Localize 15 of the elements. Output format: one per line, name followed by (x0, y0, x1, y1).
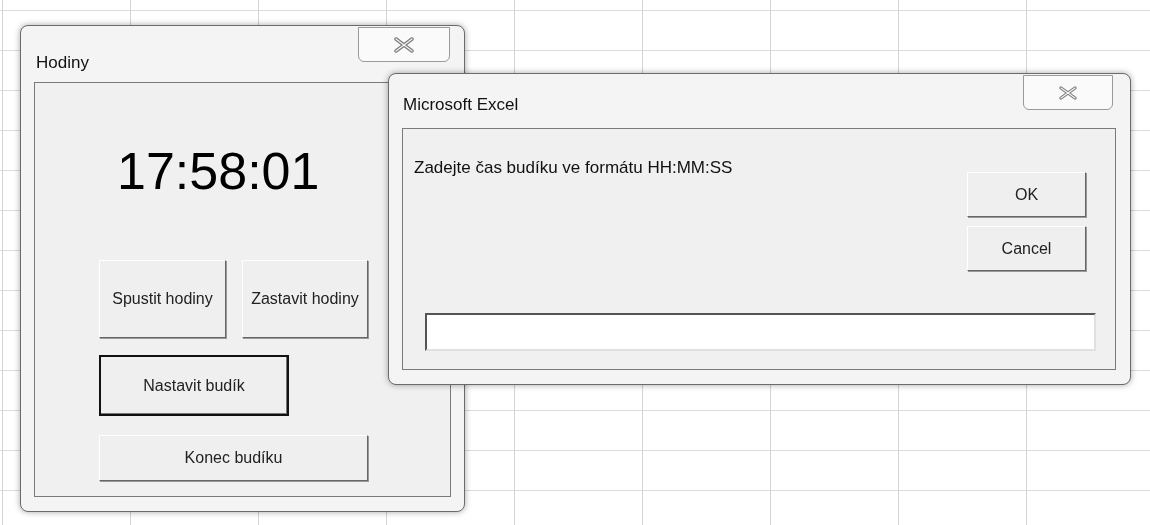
input-field[interactable] (425, 313, 1096, 351)
close-icon (1058, 85, 1078, 100)
dialog-button[interactable]: Cancel (967, 226, 1086, 271)
dialog-button[interactable]: Nastavit budík (99, 355, 289, 416)
close-button[interactable] (1023, 75, 1113, 110)
close-button[interactable] (358, 27, 450, 62)
close-icon (393, 36, 415, 53)
prompt-text: Zadejte čas budíku ve formátu HH:MM:SS (414, 157, 733, 179)
dialog-button[interactable]: OK (967, 172, 1086, 217)
dialog-button[interactable]: Spustit hodiny (99, 260, 226, 338)
window-title: Hodiny (36, 52, 89, 74)
clock-time: 17:58:01 (117, 145, 320, 197)
dialog-button[interactable]: Konec budíku (99, 435, 368, 481)
window-title: Microsoft Excel (403, 94, 519, 116)
dialog-button[interactable]: Zastavit hodiny (242, 260, 368, 338)
